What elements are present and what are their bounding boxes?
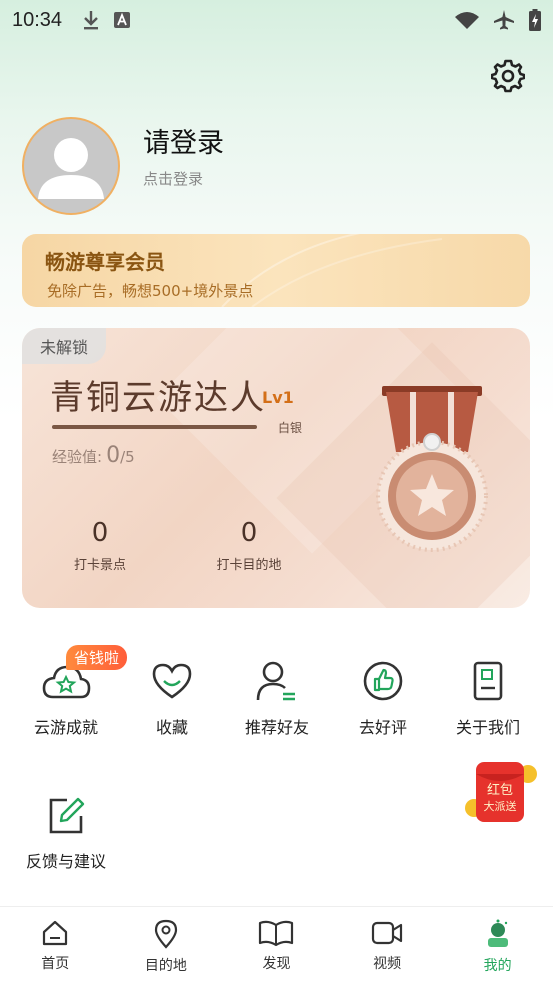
stat-value: 0 <box>91 518 109 548</box>
home-icon <box>43 920 68 946</box>
tab-label: 视频 <box>373 956 402 972</box>
bottom-tab-bar: 首页 目的地 发现 视频 我的 <box>0 906 553 984</box>
status-bar: 10:34 <box>0 0 553 40</box>
exp-value: 0 <box>106 443 121 468</box>
airplane-icon <box>494 10 514 30</box>
menu-rate-app[interactable]: 去好评 <box>333 658 433 738</box>
info-doc-icon <box>473 661 503 701</box>
login-subtitle[interactable]: 点击登录 <box>143 168 203 189</box>
menu-feedback[interactable]: 反馈与建议 <box>16 792 116 872</box>
vip-title: 畅游尊享会员 <box>45 250 165 274</box>
save-money-tag: 省钱啦 <box>66 645 128 670</box>
user-add-icon <box>256 661 295 701</box>
stat-visited-spots: 0 打卡景点 <box>40 518 160 573</box>
badge-level: Lv1 <box>262 388 294 407</box>
avatar[interactable] <box>22 117 120 215</box>
vip-subtitle: 免除广告，畅想500+境外景点 <box>47 282 254 300</box>
menu-label: 推荐好友 <box>244 718 309 737</box>
red-packet-line1: 红包 <box>487 782 513 797</box>
tab-label: 我的 <box>483 958 512 974</box>
tab-label: 目的地 <box>144 958 187 974</box>
battery-icon <box>529 9 541 31</box>
locked-tag: 未解锁 <box>22 328 106 364</box>
level-progress-bar <box>52 425 257 429</box>
red-packet-promo-button[interactable]: 红包 大派送 <box>462 758 540 828</box>
tab-video[interactable]: 视频 <box>332 907 443 984</box>
red-packet-icon: 红包 大派送 <box>465 762 537 822</box>
download-icon <box>84 11 99 30</box>
bronze-medal-icon <box>376 386 488 552</box>
menu-recommend-friend[interactable]: 推荐好友 <box>227 658 327 738</box>
menu-cloud-achievement[interactable]: 云游成就 <box>16 658 116 738</box>
gear-icon <box>491 59 525 93</box>
location-icon <box>154 919 177 949</box>
stat-label: 打卡目的地 <box>216 558 282 573</box>
achievement-badge-card[interactable]: 未解锁 青铜云游达人 Lv1 白银 经验值: 0 /5 0 打卡景点 0 打卡目… <box>22 328 530 608</box>
tab-mine[interactable]: 我的 <box>442 907 553 984</box>
menu-about-us[interactable]: 关于我们 <box>438 658 538 738</box>
tab-discover[interactable]: 发现 <box>221 907 332 984</box>
menu-label: 云游成就 <box>33 718 98 737</box>
stat-value: 0 <box>240 518 258 548</box>
settings-button[interactable] <box>488 56 528 96</box>
menu-label: 关于我们 <box>455 718 520 737</box>
exp-max: /5 <box>120 448 135 466</box>
menu-label: 反馈与建议 <box>25 852 106 871</box>
heart-icon <box>152 663 192 699</box>
stat-visited-destinations: 0 打卡目的地 <box>189 518 309 573</box>
next-level-label: 白银 <box>278 421 303 435</box>
badge-title: 青铜云游达人 <box>50 378 266 418</box>
tab-destination[interactable]: 目的地 <box>111 907 222 984</box>
tab-home[interactable]: 首页 <box>0 907 111 984</box>
experience-row: 经验值: 0 /5 <box>52 443 135 468</box>
stat-label: 打卡景点 <box>73 558 126 573</box>
exp-label: 经验值: <box>52 448 103 466</box>
menu-label: 收藏 <box>155 718 188 737</box>
video-icon <box>371 921 403 945</box>
edit-icon <box>49 797 85 834</box>
keyboard-a-icon <box>114 12 131 28</box>
menu-favorites[interactable]: 收藏 <box>122 658 222 738</box>
tab-label: 发现 <box>262 956 291 972</box>
red-packet-line2: 大派送 <box>484 799 517 813</box>
status-time: 10:34 <box>12 8 63 31</box>
default-avatar-icon <box>38 138 104 199</box>
wifi-icon <box>455 12 479 29</box>
profile-icon <box>487 919 508 947</box>
thumbs-up-icon <box>363 661 403 701</box>
menu-label: 去好评 <box>358 718 407 737</box>
login-title[interactable]: 请登录 <box>143 121 224 160</box>
book-icon <box>259 920 294 947</box>
vip-membership-card[interactable]: 畅游尊享会员 免除广告，畅想500+境外景点 <box>22 234 530 307</box>
tab-label: 首页 <box>41 956 70 972</box>
